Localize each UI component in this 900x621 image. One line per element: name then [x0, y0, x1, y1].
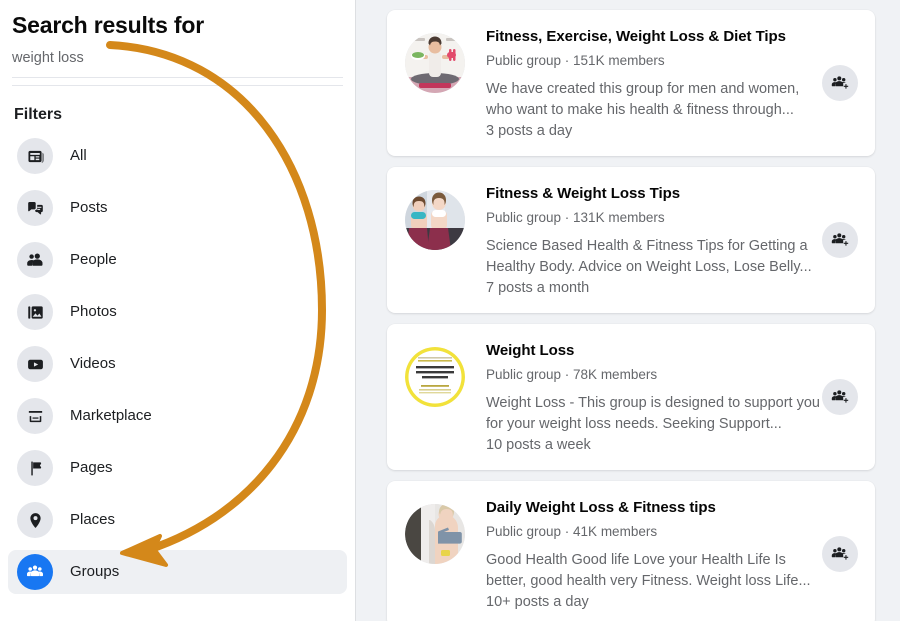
- card-body: Fitness, Exercise, Weight Loss & Diet Ti…: [486, 24, 859, 142]
- sidebar-item-label: Groups: [70, 563, 120, 580]
- avatar: [405, 190, 465, 250]
- sidebar-item-marketplace[interactable]: Marketplace: [8, 394, 347, 438]
- sidebar-item-places[interactable]: Places: [8, 498, 347, 542]
- group-activity: 7 posts a month: [486, 280, 590, 296]
- sidebar-item-photos[interactable]: Photos: [8, 290, 347, 334]
- search-header: Search results for weight loss: [0, 0, 355, 77]
- group-title[interactable]: Fitness & Weight Loss Tips: [486, 184, 849, 204]
- group-description: Weight Loss - This group is designed to …: [486, 395, 820, 432]
- avatar: [405, 33, 465, 93]
- join-group-icon: [831, 390, 849, 403]
- videos-icon: [17, 346, 53, 382]
- group-meta: Public group · 41K members: [486, 524, 658, 539]
- sidebar-item-label: Videos: [70, 355, 116, 372]
- posts-icon: [17, 190, 53, 226]
- sidebar-item-groups[interactable]: Groups: [8, 550, 347, 594]
- group-activity: 3 posts a day: [486, 123, 573, 139]
- group-meta: Public group · 131K members: [486, 210, 665, 225]
- card-body: Daily Weight Loss & Fitness tips Public …: [486, 495, 859, 613]
- join-group-icon: [831, 233, 849, 246]
- group-description: Science Based Health & Fitness Tips for …: [486, 238, 812, 275]
- group-meta: Public group · 151K members: [486, 53, 665, 68]
- group-activity: 10 posts a week: [486, 437, 591, 453]
- sidebar-item-people[interactable]: People: [8, 238, 347, 282]
- groups-icon: [17, 554, 53, 590]
- search-results-page: Search results for weight loss Filters A…: [0, 0, 900, 621]
- all-icon: [17, 138, 53, 174]
- filters-heading: Filters: [14, 106, 63, 123]
- search-query-text: weight loss: [12, 50, 84, 66]
- sidebar-item-videos[interactable]: Videos: [8, 342, 347, 386]
- avatar: [405, 504, 465, 564]
- group-result-card[interactable]: Fitness, Exercise, Weight Loss & Diet Ti…: [387, 10, 875, 156]
- sidebar-item-label: Posts: [70, 199, 108, 216]
- join-group-button[interactable]: [822, 65, 858, 101]
- sidebar-item-label: Photos: [70, 303, 117, 320]
- join-group-button[interactable]: [822, 379, 858, 415]
- pages-icon: [17, 450, 53, 486]
- sidebar-item-label: People: [70, 251, 117, 268]
- marketplace-icon: [17, 398, 53, 434]
- sidebar-item-pages[interactable]: Pages: [8, 446, 347, 490]
- group-description: We have created this group for men and w…: [486, 81, 800, 118]
- results-list: Fitness, Exercise, Weight Loss & Diet Ti…: [356, 0, 900, 621]
- photos-icon: [17, 294, 53, 330]
- group-result-card[interactable]: Daily Weight Loss & Fitness tips Public …: [387, 481, 875, 621]
- sidebar-item-label: Marketplace: [70, 407, 152, 424]
- group-meta: Public group · 78K members: [486, 367, 658, 382]
- join-group-icon: [831, 76, 849, 89]
- page-title: Search results for: [12, 12, 204, 38]
- group-title[interactable]: Weight Loss: [486, 341, 849, 361]
- avatar: [405, 347, 465, 407]
- people-icon: [17, 242, 53, 278]
- group-result-card[interactable]: Fitness & Weight Loss Tips Public group …: [387, 167, 875, 313]
- card-body: Fitness & Weight Loss Tips Public group …: [486, 181, 859, 299]
- sidebar-item-all[interactable]: All: [8, 134, 347, 178]
- card-body: Weight Loss Public group · 78K members W…: [486, 338, 859, 456]
- sidebar-item-posts[interactable]: Posts: [8, 186, 347, 230]
- group-result-card[interactable]: Weight Loss Public group · 78K members W…: [387, 324, 875, 470]
- sidebar-item-label: All: [70, 147, 87, 164]
- filter-list: All Posts People Photos Videos Marketpla…: [0, 134, 355, 594]
- group-activity: 10+ posts a day: [486, 594, 589, 610]
- group-title[interactable]: Fitness, Exercise, Weight Loss & Diet Ti…: [486, 27, 849, 47]
- filters-sidebar: Search results for weight loss Filters A…: [0, 0, 356, 621]
- group-title[interactable]: Daily Weight Loss & Fitness tips: [486, 498, 849, 518]
- sidebar-item-label: Places: [70, 511, 116, 528]
- join-group-button[interactable]: [822, 536, 858, 572]
- divider-gap: [0, 78, 355, 85]
- join-group-icon: [831, 547, 849, 560]
- group-description: Good Health Good life Love your Health L…: [486, 552, 811, 589]
- places-icon: [17, 502, 53, 538]
- sidebar-item-label: Pages: [70, 459, 113, 476]
- join-group-button[interactable]: [822, 222, 858, 258]
